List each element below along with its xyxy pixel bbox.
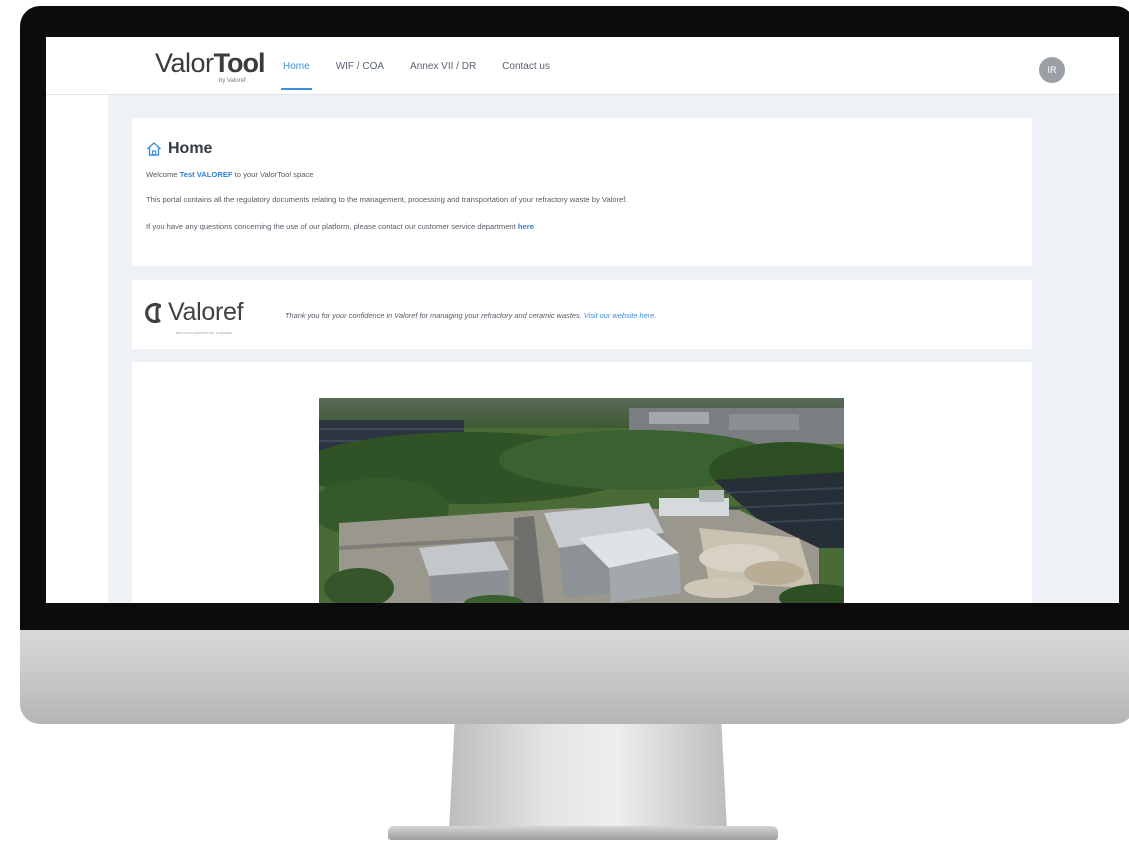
home-heading: Home [146, 140, 212, 158]
aerial-site-photo [319, 398, 844, 603]
valoref-tagline: RECYCLING REFRACTORY & CERAMIC [176, 331, 233, 335]
valortool-logo[interactable]: ValorTool by Valoref [155, 48, 266, 90]
home-card: Home Welcome Test VALOREF to your ValorT… [132, 118, 1032, 266]
screen: ValorTool by Valoref Home WIF / COA Anne… [46, 37, 1119, 603]
top-navbar: ValorTool by Valoref Home WIF / COA Anne… [46, 37, 1119, 95]
contact-line: If you have any questions concerning the… [146, 222, 534, 231]
photo-card [132, 362, 1032, 603]
left-panel [46, 95, 108, 603]
monitor-chin [20, 630, 1129, 724]
welcome-line: Welcome Test VALOREF to your ValorTool s… [146, 170, 314, 179]
website-link[interactable]: Visit our website here. [584, 311, 657, 320]
page-title: Home [168, 140, 213, 157]
nav-wif-coa[interactable]: WIF / COA [336, 61, 384, 72]
logo-text: ValorTool [155, 48, 266, 78]
contact-here-link[interactable]: here [518, 222, 534, 231]
monitor-stand-neck [449, 724, 727, 830]
monitor-stand-base [388, 826, 778, 840]
user-avatar[interactable]: IR [1039, 57, 1065, 83]
valoref-brand-text: Valoref [168, 298, 244, 326]
portal-description: This portal contains all the regulatory … [146, 195, 628, 204]
logo-subtitle: by Valoref [219, 78, 246, 84]
home-icon [147, 142, 161, 156]
valoref-mark-icon [145, 302, 162, 323]
nav-annex-vii-dr[interactable]: Annex VII / DR [410, 61, 476, 72]
nav-contact-us[interactable]: Contact us [502, 61, 550, 72]
valoref-card: Valoref RECYCLING REFRACTORY & CERAMIC T… [132, 280, 1032, 349]
thanks-message: Thank you for your confidence in Valoref… [285, 311, 657, 320]
user-name: Test VALOREF [179, 170, 233, 179]
nav-home[interactable]: Home [281, 61, 312, 90]
nav-links: Home WIF / COA Annex VII / DR Contact us [281, 61, 576, 90]
valoref-logo[interactable]: Valoref [144, 298, 244, 327]
